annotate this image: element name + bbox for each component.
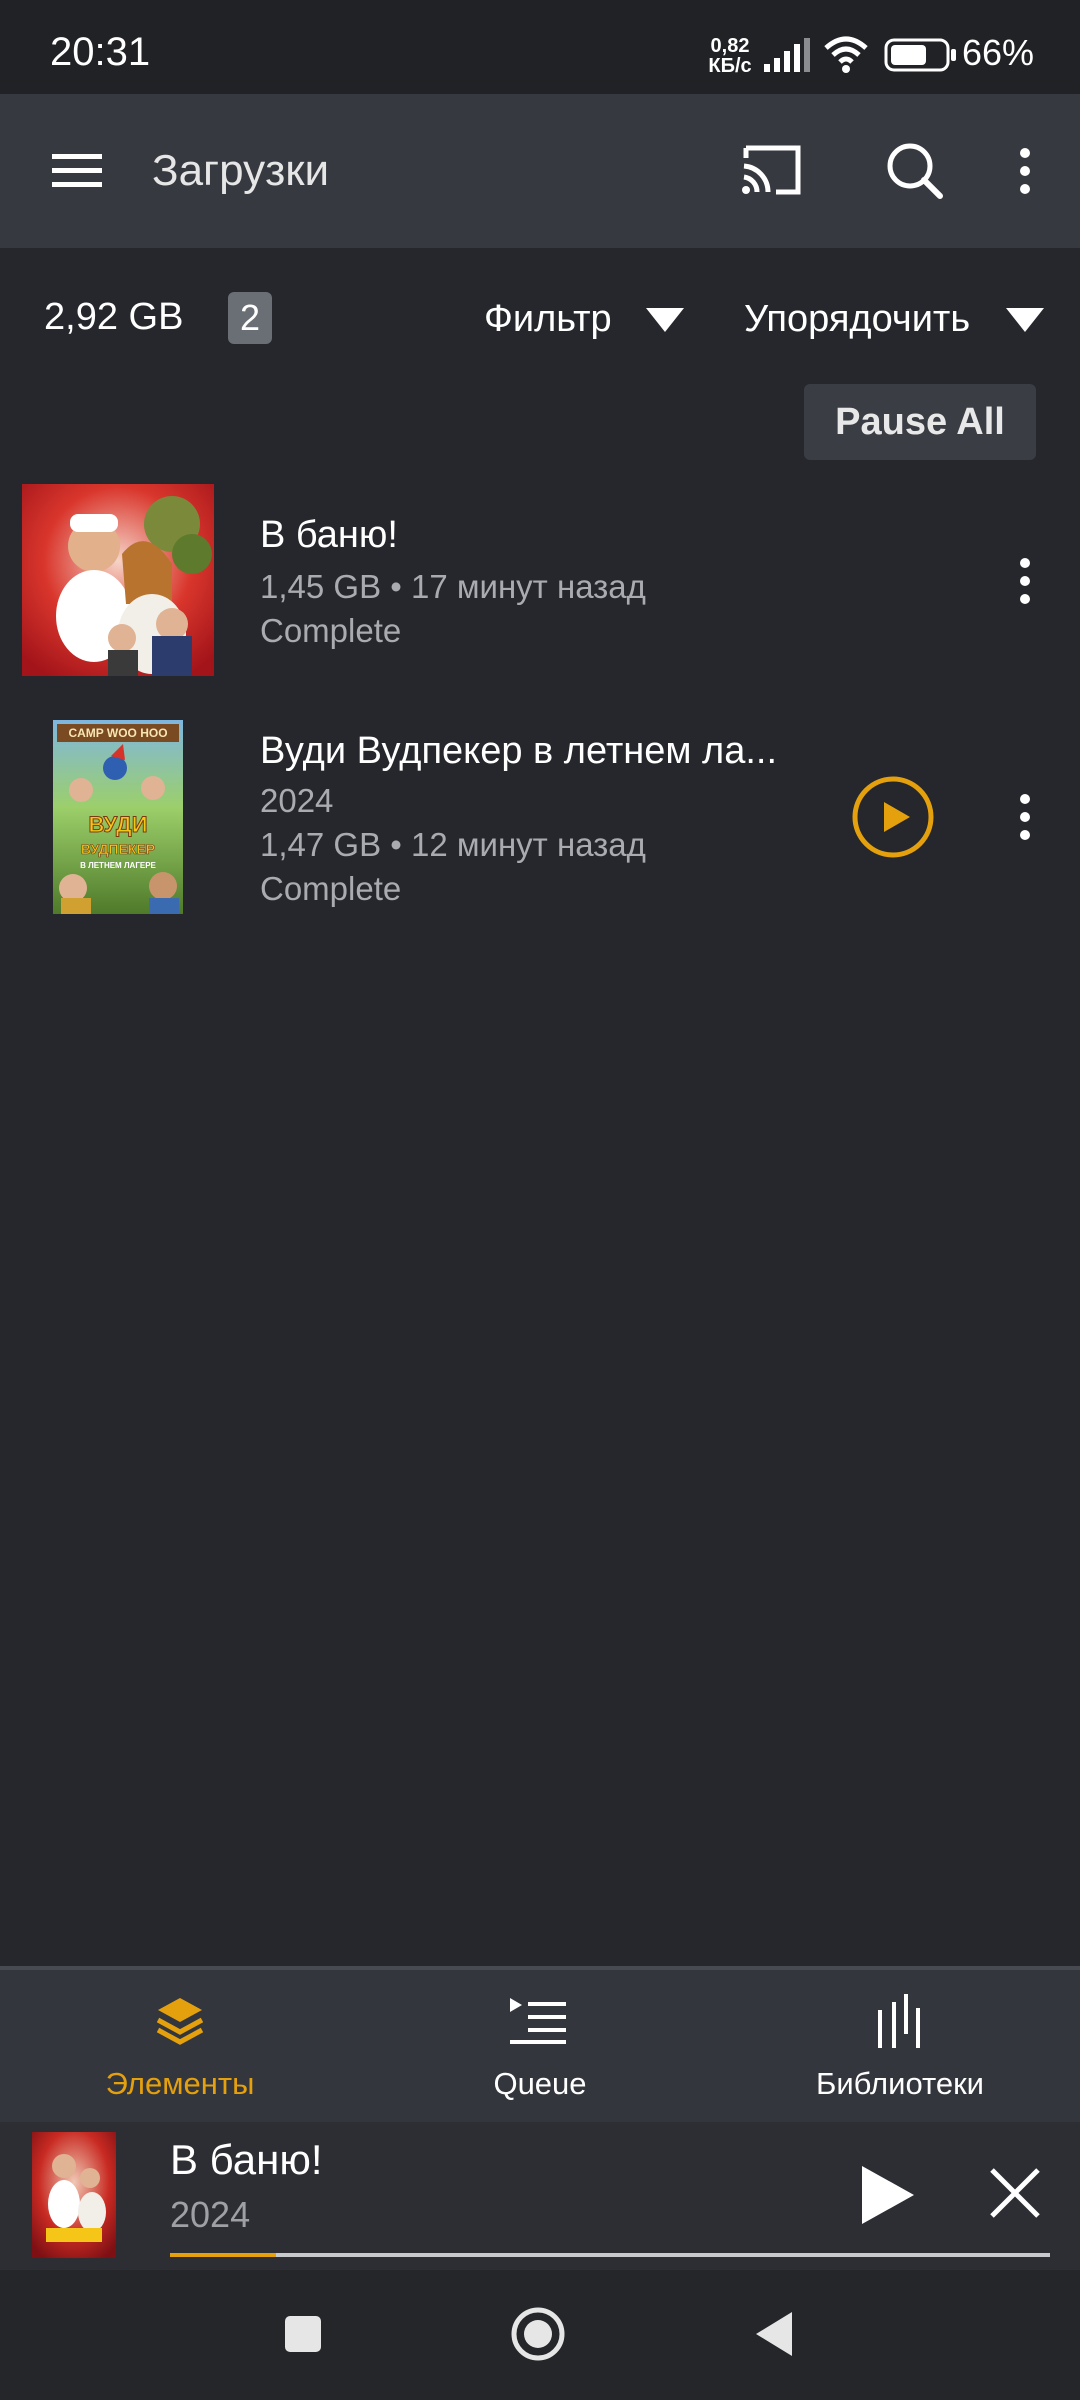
sort-label[interactable]: Упорядочить <box>744 298 970 341</box>
page-title: Загрузки <box>152 146 330 195</box>
status-time: 20:31 <box>50 30 151 74</box>
queue-icon <box>510 1998 566 2044</box>
item-more-icon[interactable] <box>1014 556 1036 606</box>
filter-label[interactable]: Фильтр <box>484 298 612 341</box>
download-meta: 1,47 GB • 12 минут назад <box>260 826 646 863</box>
pause-all-button[interactable]: Pause All <box>804 384 1036 460</box>
cast-icon[interactable] <box>738 142 806 198</box>
menu-icon[interactable] <box>50 150 104 190</box>
filter-dropdown-arrow-icon[interactable] <box>644 306 686 334</box>
mini-player[interactable] <box>0 2122 1080 2270</box>
playback-progress-fill <box>170 2253 276 2257</box>
download-meta: 1,45 GB • 17 минут назад <box>260 568 646 605</box>
poster-subtitle: В ЛЕТНЕМ ЛАГЕРЕ <box>80 861 156 870</box>
libraries-icon <box>878 1994 920 2048</box>
poster-thumbnail: CAMP WOO HOO ВУДИ ВУДПЕКЕР В ЛЕТНЕМ ЛАГЕ… <box>53 720 183 914</box>
network-speed-unit: КБ/с <box>708 55 752 77</box>
download-title: Вуди Вудпекер в летнем ла... <box>260 730 778 772</box>
wifi-icon <box>824 36 868 73</box>
mini-player-artwork <box>32 2132 116 2258</box>
download-status: Complete <box>260 612 402 649</box>
nav-tab-label: Queue <box>493 2066 587 2101</box>
download-year: 2024 <box>260 782 334 819</box>
battery-icon <box>884 38 956 72</box>
battery-percent: 66% <box>962 32 1035 73</box>
total-size: 2,92 GB <box>44 296 184 338</box>
poster-title: ВУДИ <box>88 812 147 837</box>
network-speed-value: 0,82 <box>710 35 750 57</box>
item-more-icon[interactable] <box>1014 792 1036 842</box>
download-title: В баню! <box>260 514 398 556</box>
nav-tab-label: Библиотеки <box>816 2066 984 2101</box>
play-circle-icon[interactable] <box>850 774 936 860</box>
sort-dropdown-arrow-icon[interactable] <box>1004 306 1046 334</box>
count-badge: 2 <box>228 292 272 344</box>
poster-title: ВУДПЕКЕР <box>81 841 155 857</box>
mini-player-title: В баню! <box>170 2136 323 2183</box>
poster-caption: CAMP WOO HOO <box>68 726 167 740</box>
recents-icon[interactable] <box>283 2314 323 2354</box>
search-icon[interactable] <box>884 140 946 202</box>
more-vert-icon[interactable] <box>1014 146 1036 196</box>
download-status: Complete <box>260 870 402 907</box>
playback-progress-track[interactable] <box>170 2253 1050 2257</box>
mini-player-year: 2024 <box>170 2194 251 2235</box>
back-icon[interactable] <box>752 2310 796 2358</box>
close-icon[interactable] <box>988 2166 1042 2220</box>
signal-icon <box>764 38 810 72</box>
network-speed: 0,82 КБ/с <box>706 36 754 76</box>
home-icon[interactable] <box>510 2306 566 2362</box>
play-icon[interactable] <box>858 2164 918 2226</box>
poster-thumbnail <box>22 484 214 676</box>
layers-icon <box>156 1998 204 2045</box>
nav-tab-label: Элементы <box>105 2066 255 2101</box>
